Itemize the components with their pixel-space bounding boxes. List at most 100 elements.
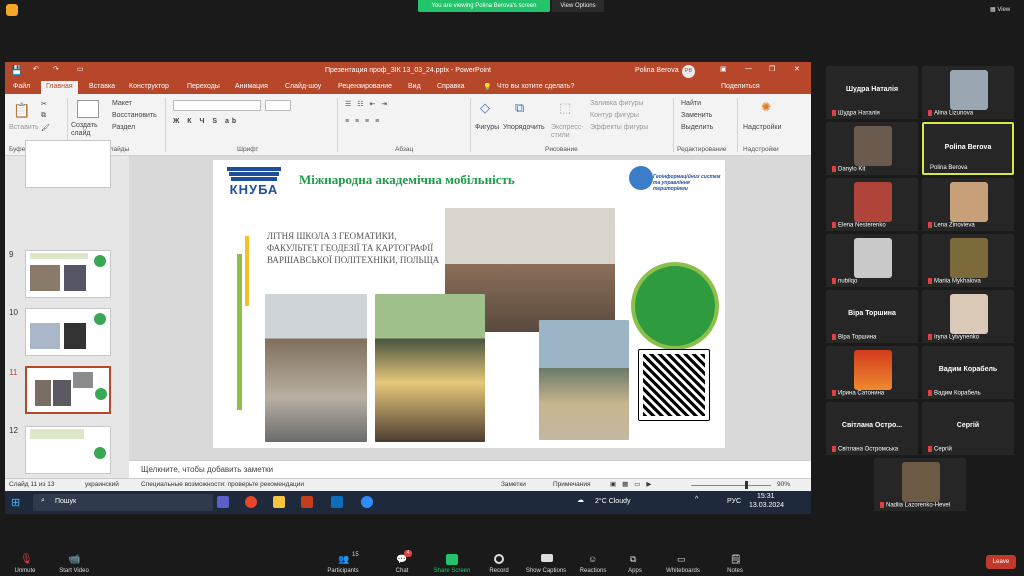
menu-transitions[interactable]: Переходы (187, 83, 220, 90)
weather-text[interactable]: 2°C Cloudy (595, 498, 630, 505)
save-icon[interactable]: 💾 (11, 65, 22, 76)
redo-icon[interactable]: ↷ (53, 65, 59, 73)
font-format-buttons[interactable]: Ж К Ч S ab (173, 118, 239, 125)
menu-animations[interactable]: Анимация (235, 83, 268, 90)
slide-title[interactable]: Міжнародна академічна мобільність (299, 172, 619, 188)
record-icon[interactable] (494, 554, 504, 564)
menu-home[interactable]: Главная (41, 81, 78, 94)
tray-chevron-icon[interactable]: ^ (695, 496, 698, 503)
new-slide-icon[interactable] (77, 100, 99, 118)
font-size-select[interactable] (265, 100, 291, 111)
notes-icon[interactable]: 🗒 (730, 554, 742, 565)
participant-tile[interactable]: Elena Nesterenko (826, 178, 918, 231)
share-screen-button[interactable]: Share Screen (427, 568, 477, 574)
start-video-button[interactable]: Start Video (49, 568, 99, 574)
view-mode-icons[interactable]: ▣▦▭▶ (610, 480, 657, 488)
user-avatar[interactable]: PB (682, 65, 695, 78)
participant-tile[interactable]: Danylo Kit (826, 122, 918, 175)
menu-help[interactable]: Справка (437, 83, 464, 90)
select-button[interactable]: Выделить (681, 124, 713, 131)
section-button[interactable]: Раздел (112, 124, 135, 131)
format-painter-icon[interactable]: 🖌 (41, 124, 50, 132)
undo-icon[interactable]: ↶ (33, 65, 39, 73)
participants-button[interactable]: Participants (318, 568, 368, 574)
muted-microphone-icon[interactable]: 🎙 (20, 554, 33, 565)
participant-tile[interactable]: Alina Lizunova (922, 66, 1014, 119)
slide-canvas[interactable]: КНУБА Міжнародна академічна мобільність … (213, 160, 725, 448)
menu-view[interactable]: Вид (408, 83, 421, 90)
clock-date[interactable]: 13.03.2024 (749, 502, 784, 509)
new-slide-button[interactable]: Создать слайд (71, 122, 107, 138)
arrange-button[interactable]: Упорядочить (503, 124, 545, 131)
zoom-level[interactable]: 90% (777, 481, 790, 488)
language-indicator[interactable]: украинский (85, 481, 119, 488)
record-button[interactable]: Record (474, 568, 524, 574)
taskbar-search-box[interactable]: ⌕ Пошук (33, 494, 213, 511)
reactions-icon[interactable]: ☺ (588, 554, 600, 565)
participant-tile[interactable]: Iryna Lytvynenko (922, 290, 1014, 343)
share-screen-icon[interactable] (446, 554, 458, 565)
captions-icon[interactable] (541, 554, 553, 562)
view-options-button[interactable]: View Options (552, 0, 604, 12)
shape-outline-button[interactable]: Контур фигуры (590, 112, 639, 119)
menu-review[interactable]: Рецензирование (338, 83, 392, 90)
tell-me-search[interactable]: Что вы хотите сделать? (497, 83, 574, 90)
menu-slideshow[interactable]: Слайд-шоу (285, 83, 321, 90)
shape-fill-button[interactable]: Заливка фигуры (590, 100, 643, 107)
whiteboards-button[interactable]: Whiteboards (658, 568, 708, 574)
paste-button[interactable]: Вставить (9, 124, 39, 131)
slide-thumbnail[interactable] (25, 140, 111, 188)
start-from-beginning-icon[interactable]: ▭ (77, 65, 84, 73)
replace-button[interactable]: Заменить (681, 112, 712, 119)
comments-toggle[interactable]: Примечания (553, 481, 591, 488)
slide-thumbnail[interactable] (25, 250, 111, 298)
quick-styles-button[interactable]: Экспресс-стили (551, 124, 585, 140)
captions-button[interactable]: Show Captions (521, 568, 571, 574)
user-name[interactable]: Polina Berova (635, 67, 679, 74)
font-name-select[interactable] (173, 100, 261, 111)
input-language[interactable]: РУС (727, 498, 741, 505)
menu-insert[interactable]: Вставка (89, 83, 115, 90)
shape-effects-button[interactable]: Эффекты фигуры (590, 124, 648, 131)
menu-design[interactable]: Конструктор (129, 83, 169, 90)
zoom-taskbar-icon[interactable] (361, 496, 373, 508)
slide-thumbnail-selected[interactable] (25, 366, 111, 414)
participants-icon[interactable]: 👥 (338, 554, 350, 565)
participant-tile[interactable]: nubilqo (826, 234, 918, 287)
participant-tile[interactable]: Mariia Mykhalova (922, 234, 1014, 287)
zoom-slider-thumb[interactable] (745, 481, 748, 489)
arrange-icon[interactable]: ⧉ (515, 100, 524, 116)
teams-icon[interactable] (217, 496, 229, 508)
participant-tile[interactable]: Ирина Сатонина (826, 346, 918, 399)
notes-pane[interactable]: Щелкните, чтобы добавить заметки (129, 460, 811, 478)
slide-thumbnail[interactable] (25, 426, 111, 474)
cut-icon[interactable]: ✂ (41, 100, 47, 108)
unmute-button[interactable]: Unmute (0, 568, 50, 574)
addins-icon[interactable]: ✺ (761, 100, 771, 114)
reset-button[interactable]: Восстановить (112, 112, 157, 119)
addins-button[interactable]: Надстройки (743, 124, 781, 131)
accessibility-status[interactable]: Специальные возможности: проверьте реком… (141, 481, 304, 488)
apps-button[interactable]: Apps (610, 568, 660, 574)
file-explorer-icon[interactable] (273, 496, 285, 508)
slide-thumbnail[interactable] (25, 308, 111, 356)
quick-styles-icon[interactable]: ⬚ (559, 100, 571, 116)
list-buttons[interactable]: ☰ ☷ ⇤ ⇥ (345, 100, 389, 108)
participant-tile[interactable]: Світлана Остро... Світлана Остромська (826, 402, 918, 455)
paste-icon[interactable]: 📋 (13, 102, 30, 119)
participant-tile-active-speaker[interactable]: Polina Berova Polina Berova (922, 122, 1014, 175)
find-button[interactable]: Найти (681, 100, 701, 107)
maximize-icon[interactable]: ❐ (769, 65, 775, 73)
zoom-slider[interactable] (691, 485, 771, 486)
participant-tile[interactable]: Віра Торшина Віра Торшина (826, 290, 918, 343)
view-button[interactable]: ▦ View (990, 6, 1018, 16)
slide-heading[interactable]: ЛІТНЯ ШКОЛА З ГЕОМАТИКИ, ФАКУЛЬТЕТ ГЕОДЕ… (267, 230, 447, 266)
align-buttons[interactable]: ≡ ≡ ≡ ≡ (345, 118, 381, 125)
notes-button[interactable]: Notes (710, 568, 760, 574)
windows-start-icon[interactable]: ⊞ (11, 496, 20, 509)
chrome-icon[interactable] (245, 496, 257, 508)
menu-file[interactable]: Файл (13, 83, 30, 90)
participant-tile[interactable]: Nadiia Lazorenko-Hevel (874, 458, 966, 511)
clock-time[interactable]: 15:31 (757, 493, 775, 500)
share-button[interactable]: Поделиться (721, 83, 760, 90)
